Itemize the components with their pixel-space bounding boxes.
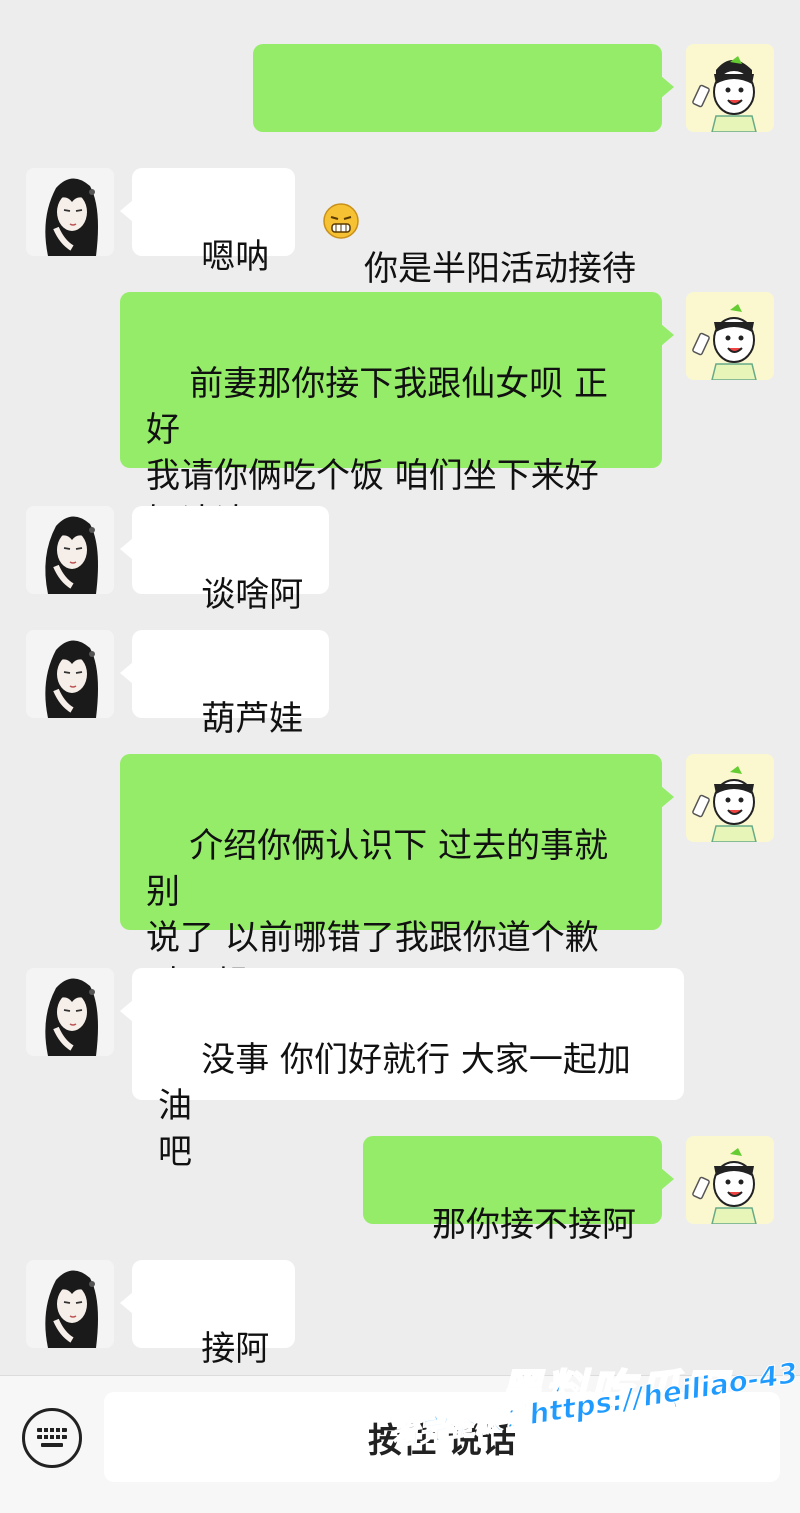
contact-avatar[interactable] bbox=[26, 630, 114, 718]
contact-avatar[interactable] bbox=[26, 1260, 114, 1348]
message-bubble-other[interactable]: 没事 你们好就行 大家一起加油 吧 bbox=[120, 968, 684, 1172]
message-text: 谈啥阿 bbox=[201, 575, 304, 615]
anime-girl-icon bbox=[26, 1260, 114, 1348]
anime-girl-icon bbox=[26, 630, 114, 718]
chat-area: 你是半阳活动接待 嗯呐 前妻那你接下我跟仙女呗 正好 我请你俩吃个饭 咱们坐下来… bbox=[0, 0, 800, 1375]
message-bubble-me[interactable]: 前妻那你接下我跟仙女呗 正好 我请你俩吃个饭 咱们坐下来好 好谈谈 bbox=[120, 292, 674, 542]
grimace-emoji-icon bbox=[322, 110, 360, 239]
message-bubble-other[interactable]: 接阿 bbox=[119, 1260, 296, 1369]
message-bubble-other[interactable]: 葫芦娃 bbox=[119, 630, 330, 739]
anime-girl-icon bbox=[26, 168, 114, 256]
message-text: 你是半阳活动接待 bbox=[364, 249, 636, 289]
contact-avatar[interactable] bbox=[26, 506, 114, 594]
cartoon-boy-icon bbox=[686, 292, 774, 380]
message-text: 嗯呐 bbox=[201, 237, 270, 277]
my-avatar[interactable] bbox=[686, 44, 774, 132]
message-bubble-other[interactable]: 谈啥阿 bbox=[119, 506, 330, 615]
my-avatar[interactable] bbox=[686, 1136, 774, 1224]
my-avatar[interactable] bbox=[686, 754, 774, 842]
anime-girl-icon bbox=[26, 506, 114, 594]
hold-to-talk-button[interactable]: 按住 说话 bbox=[104, 1392, 780, 1482]
keyboard-icon bbox=[37, 1428, 67, 1447]
message-bubble-other[interactable]: 嗯呐 bbox=[119, 168, 296, 277]
message-bubble-me[interactable]: 介绍你俩认识下 过去的事就别 说了 以前哪错了我跟你道个歉 对不起 bbox=[120, 754, 674, 1004]
my-avatar[interactable] bbox=[686, 292, 774, 380]
message-bubble-me[interactable]: 那你接不接阿 bbox=[362, 1136, 675, 1245]
message-text: 葫芦娃 bbox=[201, 699, 304, 739]
chat-input-bar: 按住 说话 bbox=[0, 1375, 800, 1513]
contact-avatar[interactable] bbox=[26, 968, 114, 1056]
anime-girl-icon bbox=[26, 968, 114, 1056]
message-text: 那你接不接阿 bbox=[432, 1205, 636, 1245]
keyboard-toggle-button[interactable] bbox=[22, 1408, 82, 1468]
cartoon-boy-icon bbox=[686, 1136, 774, 1224]
message-text: 接阿 bbox=[201, 1329, 270, 1369]
cartoon-boy-icon bbox=[686, 44, 774, 132]
cartoon-boy-icon bbox=[686, 754, 774, 842]
message-bubble-me[interactable]: 你是半阳活动接待 bbox=[252, 44, 675, 289]
contact-avatar[interactable] bbox=[26, 168, 114, 256]
